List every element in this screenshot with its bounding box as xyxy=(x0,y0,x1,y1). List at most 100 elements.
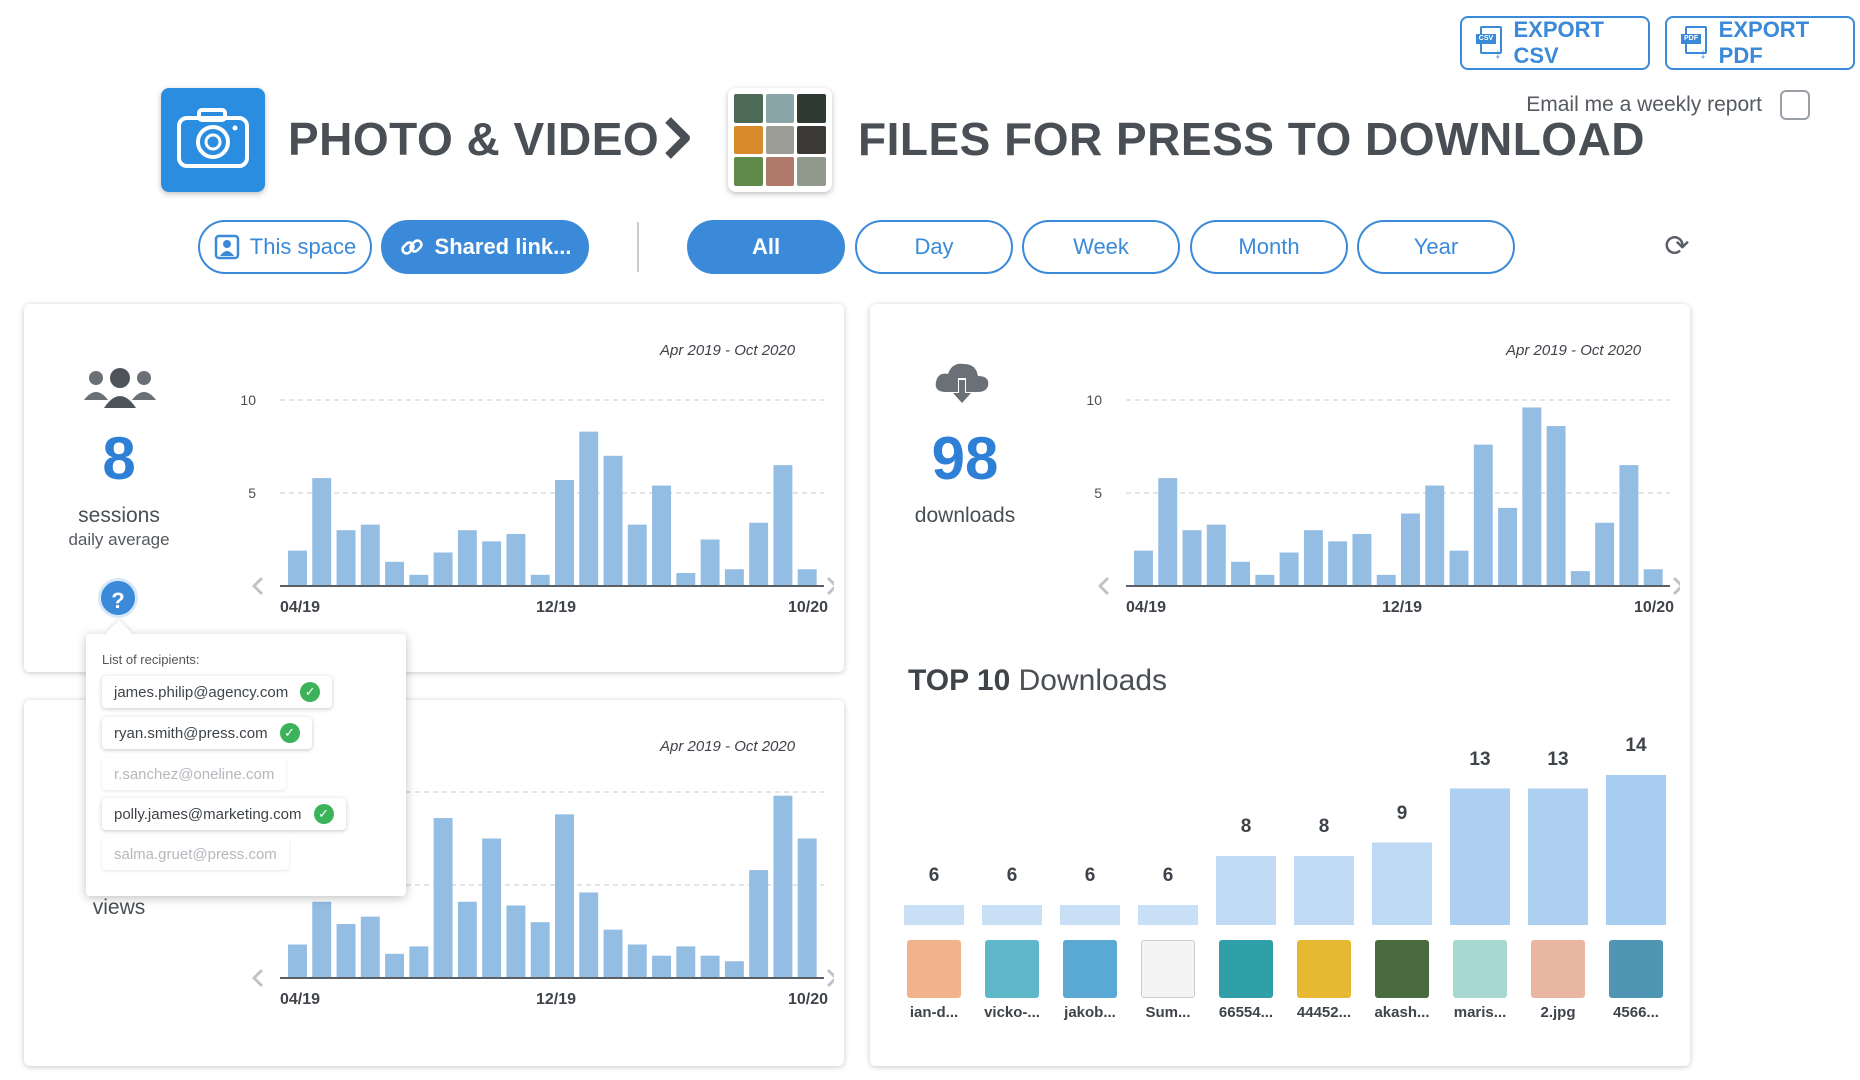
chart-bar[interactable] xyxy=(1206,524,1226,586)
chart-bar[interactable] xyxy=(627,944,647,978)
chart-bar[interactable] xyxy=(336,924,356,978)
chart-bar[interactable] xyxy=(700,955,720,978)
chart-bar[interactable] xyxy=(724,961,744,978)
chart-bar[interactable] xyxy=(360,916,380,978)
chart-bar[interactable] xyxy=(1328,541,1348,586)
file-thumbnail[interactable] xyxy=(1453,940,1507,998)
folder-thumbnail-tile[interactable] xyxy=(728,88,832,192)
period-week-button[interactable]: Week xyxy=(1022,220,1180,274)
chart-bar[interactable] xyxy=(1546,426,1566,586)
file-name-label[interactable]: maris... xyxy=(1440,1004,1520,1021)
chart-bar[interactable] xyxy=(409,946,429,978)
export-csv-button[interactable]: CSV ↓ EXPORT CSV xyxy=(1460,16,1650,70)
chart-bar[interactable] xyxy=(1231,561,1251,586)
chart-bar[interactable] xyxy=(336,530,356,586)
chart-bar[interactable] xyxy=(312,478,332,586)
chart-bar[interactable] xyxy=(506,533,526,586)
chevron-left-icon[interactable] xyxy=(251,968,264,988)
file-thumbnail[interactable] xyxy=(1219,940,1273,998)
chart-bar[interactable] xyxy=(1134,550,1153,586)
top-download-bar[interactable] xyxy=(1138,905,1198,925)
chart-bar[interactable] xyxy=(1570,571,1590,586)
file-name-label[interactable]: Sum... xyxy=(1128,1004,1208,1021)
file-thumbnail[interactable] xyxy=(1609,940,1663,998)
chart-bar[interactable] xyxy=(1158,478,1178,586)
chart-bar[interactable] xyxy=(1522,407,1542,586)
chevron-right-icon[interactable] xyxy=(826,576,834,596)
chart-bar[interactable] xyxy=(555,479,574,586)
file-name-label[interactable]: jakob... xyxy=(1050,1004,1130,1021)
export-pdf-button[interactable]: PDF ↓ EXPORT PDF xyxy=(1665,16,1855,70)
chart-bar[interactable] xyxy=(385,561,405,586)
file-thumbnail[interactable] xyxy=(1063,940,1117,998)
chart-bar[interactable] xyxy=(676,946,696,978)
period-month-button[interactable]: Month xyxy=(1190,220,1348,274)
chart-bar[interactable] xyxy=(482,541,502,586)
recipient-item[interactable]: james.philip@agency.com ✓ xyxy=(102,676,333,708)
recipient-item[interactable]: r.sanchez@oneline.com xyxy=(102,758,287,790)
chart-bar[interactable] xyxy=(1449,550,1469,586)
file-name-label[interactable]: 4566... xyxy=(1596,1004,1676,1021)
chart-bar[interactable] xyxy=(676,572,696,586)
chart-bar[interactable] xyxy=(1352,533,1372,586)
file-name-label[interactable]: ian-d... xyxy=(894,1004,974,1021)
chart-bar[interactable] xyxy=(555,814,574,978)
shared-link-button[interactable]: Shared link... xyxy=(381,220,589,274)
file-name-label[interactable]: 2.jpg xyxy=(1518,1004,1598,1021)
chart-bar[interactable] xyxy=(433,552,453,586)
chart-bar[interactable] xyxy=(288,550,307,586)
file-name-label[interactable]: 44452... xyxy=(1284,1004,1364,1021)
space-camera-tile[interactable] xyxy=(161,88,265,192)
chart-bar[interactable] xyxy=(457,530,477,586)
chart-bar[interactable] xyxy=(773,465,793,586)
chart-bar[interactable] xyxy=(530,574,550,586)
top-download-bar[interactable] xyxy=(1372,842,1432,926)
chevron-right-icon[interactable] xyxy=(826,968,834,988)
chart-bar[interactable] xyxy=(1473,444,1493,586)
chart-bar[interactable] xyxy=(603,455,623,586)
file-name-label[interactable]: akash... xyxy=(1362,1004,1442,1021)
period-year-button[interactable]: Year xyxy=(1357,220,1515,274)
top-download-bar[interactable] xyxy=(1450,788,1510,926)
file-thumbnail[interactable] xyxy=(1375,940,1429,998)
top-download-bar[interactable] xyxy=(904,905,964,925)
top-download-bar[interactable] xyxy=(982,905,1042,925)
chart-bar[interactable] xyxy=(385,953,405,978)
top-download-bar[interactable] xyxy=(1294,856,1354,925)
file-thumbnail[interactable] xyxy=(907,940,961,998)
recipient-item[interactable]: ryan.smith@press.com ✓ xyxy=(102,717,312,749)
chart-bar[interactable] xyxy=(579,431,599,586)
chart-bar[interactable] xyxy=(1498,507,1518,586)
chart-bar[interactable] xyxy=(749,522,769,586)
chart-bar[interactable] xyxy=(797,569,817,586)
top-download-bar[interactable] xyxy=(1060,905,1120,925)
recipient-item[interactable]: polly.james@marketing.com ✓ xyxy=(102,798,346,830)
file-name-label[interactable]: vicko-... xyxy=(972,1004,1052,1021)
top-download-bar[interactable] xyxy=(1528,788,1588,926)
chart-bar[interactable] xyxy=(700,539,720,587)
refresh-icon[interactable]: ⟳ xyxy=(1660,230,1694,264)
chart-bar[interactable] xyxy=(1182,530,1202,586)
chart-bar[interactable] xyxy=(506,905,526,978)
period-day-button[interactable]: Day xyxy=(855,220,1013,274)
file-thumbnail[interactable] xyxy=(1531,940,1585,998)
chart-bar[interactable] xyxy=(360,524,380,586)
chevron-right-icon[interactable] xyxy=(1672,576,1680,596)
chart-bar[interactable] xyxy=(288,944,307,978)
chart-bar[interactable] xyxy=(1279,552,1299,586)
chevron-left-icon[interactable] xyxy=(251,576,264,596)
chart-bar[interactable] xyxy=(1425,485,1445,586)
chart-bar[interactable] xyxy=(1376,574,1396,586)
recipients-help-icon[interactable]: ? xyxy=(98,578,138,618)
file-name-label[interactable]: 66554... xyxy=(1206,1004,1286,1021)
chart-bar[interactable] xyxy=(749,870,769,978)
chart-bar[interactable] xyxy=(603,929,623,978)
chart-bar[interactable] xyxy=(627,524,647,586)
chart-bar[interactable] xyxy=(433,818,453,978)
chart-bar[interactable] xyxy=(724,569,744,586)
chart-bar[interactable] xyxy=(1303,530,1323,586)
top-download-bar[interactable] xyxy=(1606,775,1666,925)
chart-bar[interactable] xyxy=(1255,574,1275,586)
chart-bar[interactable] xyxy=(457,901,477,978)
chart-bar[interactable] xyxy=(1619,465,1639,586)
